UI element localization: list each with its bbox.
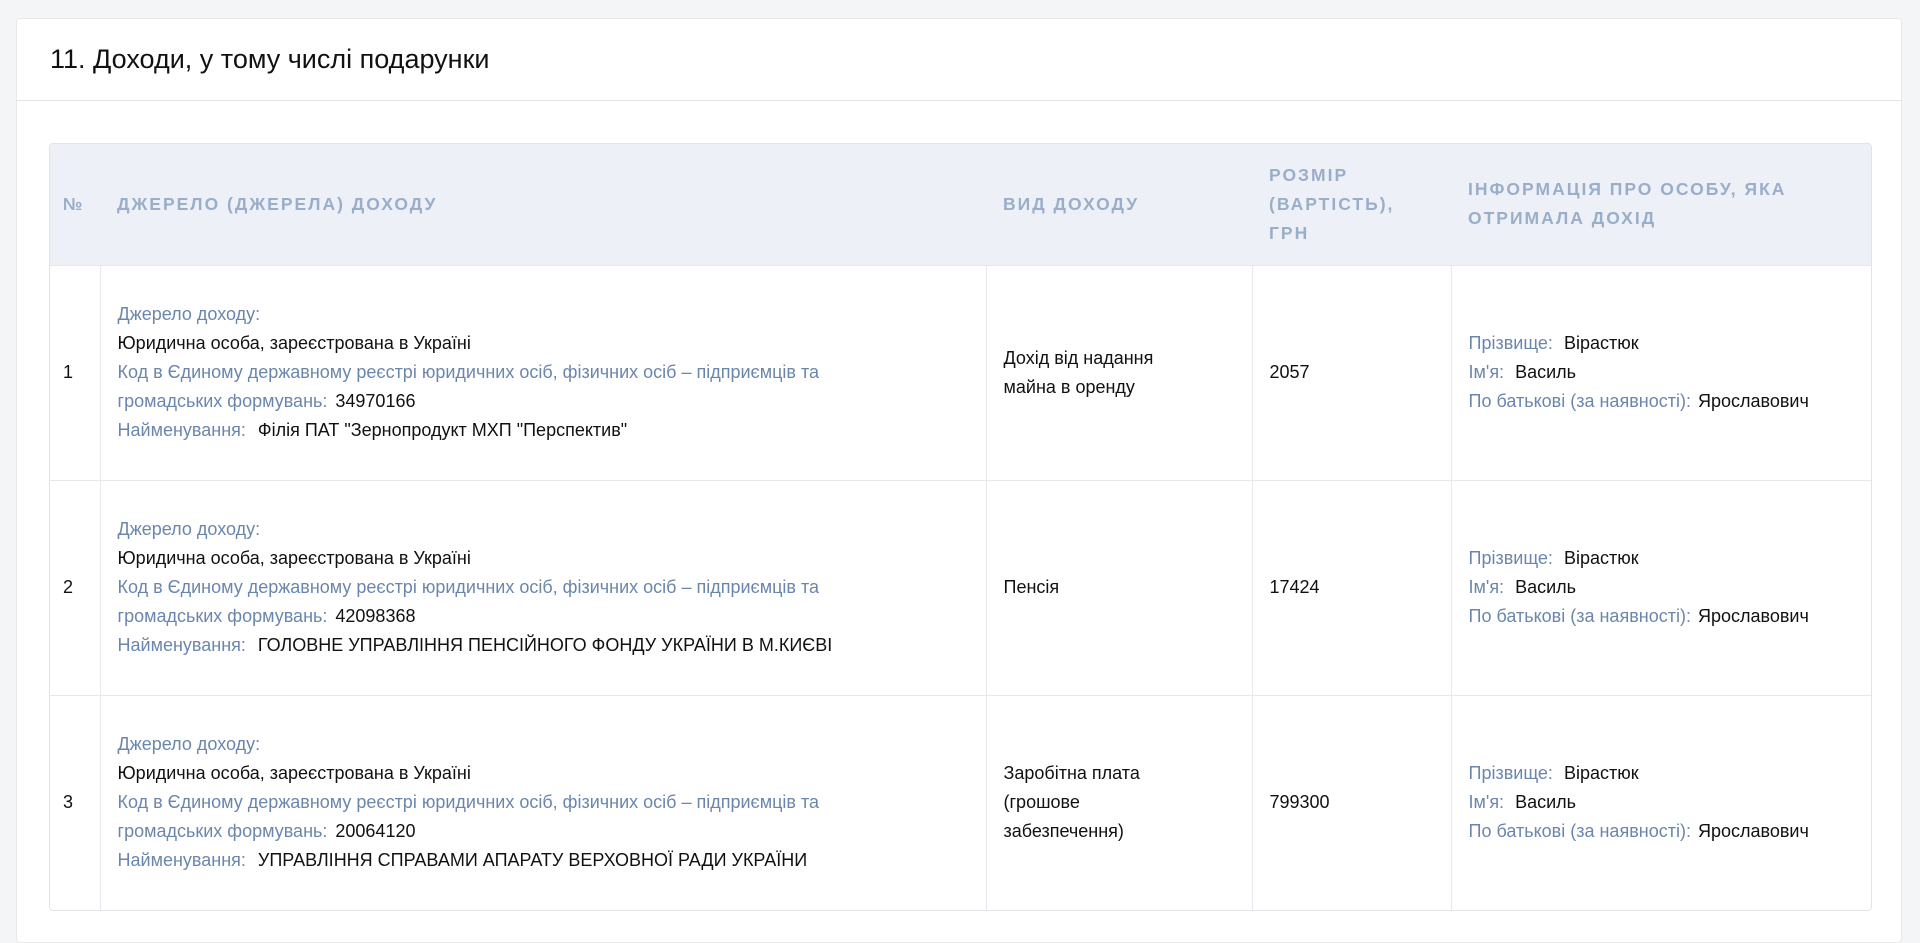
- income-source-cell: Джерело доходу: Юридична особа, зареєстро…: [100, 479, 987, 695]
- org-name-label: Найменування:: [117, 635, 246, 655]
- surname-label: Прізвище:: [1468, 763, 1553, 784]
- amount-cell: 2057: [1252, 264, 1452, 480]
- surname: Вірастюк: [1563, 763, 1639, 784]
- patronymic-label: По батькові (за наявності):: [1468, 821, 1691, 842]
- registry-code-label: Код в Єдиному державному реєстрі юридичн…: [117, 362, 820, 411]
- income-type-cell: Дохід від надання майна в оренду: [986, 264, 1253, 480]
- source-label: Джерело доходу:: [117, 304, 261, 324]
- firstname-label: Ім'я:: [1468, 577, 1505, 597]
- surname: Вірастюк: [1563, 548, 1639, 568]
- source-label: Джерело доходу:: [117, 734, 261, 755]
- row-number: 2: [50, 479, 101, 695]
- recipient-cell: Прізвище: Вірастюк Ім'я: Василь По батькові …: [1451, 694, 1871, 910]
- row-number: 1: [50, 264, 101, 480]
- section-header: 11. Доходи, у тому числі подарунки: [17, 19, 1901, 101]
- surname-label: Прізвище:: [1468, 333, 1553, 353]
- firstname: Василь: [1515, 362, 1577, 382]
- firstname-label: Ім'я:: [1468, 362, 1505, 382]
- org-name-label: Найменування:: [117, 850, 246, 871]
- org-name-label: Найменування:: [117, 420, 246, 440]
- registry-code: 42098368: [335, 606, 416, 626]
- patronymic-label: По батькові (за наявності):: [1468, 391, 1691, 411]
- patronymic: Ярославович: [1697, 821, 1809, 842]
- table-row: 2 Джерело доходу: Юридична особа, зареєстр…: [50, 479, 1871, 695]
- table-row: 1 Джерело доходу: Юридична особа, зареєстр…: [50, 264, 1871, 480]
- firstname: Василь: [1515, 792, 1577, 813]
- income-section-card: 11. Доходи, у тому числі подарунки № Дже…: [16, 18, 1902, 943]
- income-type-cell: Заробітна плата (грошове забезпечення): [986, 694, 1253, 910]
- registry-code-label: Код в Єдиному державному реєстрі юридичн…: [117, 577, 820, 626]
- surname: Вірастюк: [1563, 333, 1639, 353]
- row-number: 3: [50, 694, 101, 910]
- firstname-label: Ім'я:: [1468, 792, 1505, 813]
- header-num: №: [50, 144, 100, 265]
- patronymic: Ярославович: [1697, 606, 1809, 626]
- patronymic: Ярославович: [1697, 391, 1809, 411]
- income-type-cell: Пенсія: [986, 479, 1253, 695]
- table-row: 3 Джерело доходу: Юридична особа, зареєстр…: [50, 694, 1871, 910]
- source-type: Юридична особа, зареєстрована в Україні: [117, 333, 471, 353]
- header-person: Інформація про особу, яка отримала дохід: [1451, 144, 1871, 265]
- table-header-row: № Джерело (джерела) доходу Вид доходу Ро…: [50, 144, 1871, 265]
- source-type: Юридична особа, зареєстрована в Україні: [117, 763, 471, 784]
- registry-code: 34970166: [335, 391, 416, 411]
- recipient-cell: Прізвище: Вірастюк Ім'я: Василь По батькові …: [1451, 479, 1871, 695]
- income-type: Заробітна плата (грошове забезпечення): [1003, 763, 1140, 842]
- income-table: № Джерело (джерела) доходу Вид доходу Ро…: [49, 143, 1872, 911]
- source-label: Джерело доходу:: [117, 519, 261, 539]
- recipient-cell: Прізвище: Вірастюк Ім'я: Василь По батькові …: [1451, 264, 1871, 480]
- amount-cell: 799300: [1252, 694, 1452, 910]
- income-source-cell: Джерело доходу: Юридична особа, зареєстро…: [100, 264, 987, 480]
- registry-code-label: Код в Єдиному державному реєстрі юридичн…: [117, 792, 820, 842]
- header-source: Джерело (джерела) доходу: [100, 144, 986, 265]
- income-source-cell: Джерело доходу: Юридична особа, зареєстро…: [100, 694, 987, 910]
- org-name: УПРАВЛІННЯ СПРАВАМИ АПАРАТУ ВЕРХОВНОЇ РА…: [257, 850, 808, 871]
- amount-cell: 17424: [1252, 479, 1452, 695]
- income-amount: 17424: [1269, 577, 1320, 597]
- firstname: Василь: [1515, 577, 1577, 597]
- income-type: Дохід від надання майна в оренду: [1003, 347, 1154, 397]
- income-type: Пенсія: [1003, 577, 1060, 597]
- income-amount: 799300: [1269, 792, 1330, 813]
- patronymic-label: По батькові (за наявності):: [1468, 606, 1691, 626]
- source-type: Юридична особа, зареєстрована в Україні: [117, 548, 471, 568]
- income-amount: 2057: [1269, 362, 1310, 382]
- header-amount: Розмір (вартість), грн: [1252, 144, 1451, 265]
- org-name: ГОЛОВНЕ УПРАВЛІННЯ ПЕНСІЙНОГО ФОНДУ УКРА…: [257, 635, 833, 655]
- header-income-type: Вид доходу: [986, 144, 1252, 265]
- org-name: Філія ПАТ "Зернопродукт МХП "Перспектив": [257, 420, 628, 440]
- registry-code: 20064120: [335, 821, 416, 842]
- section-title: 11. Доходи, у тому числі подарунки: [50, 44, 490, 74]
- surname-label: Прізвище:: [1468, 548, 1553, 568]
